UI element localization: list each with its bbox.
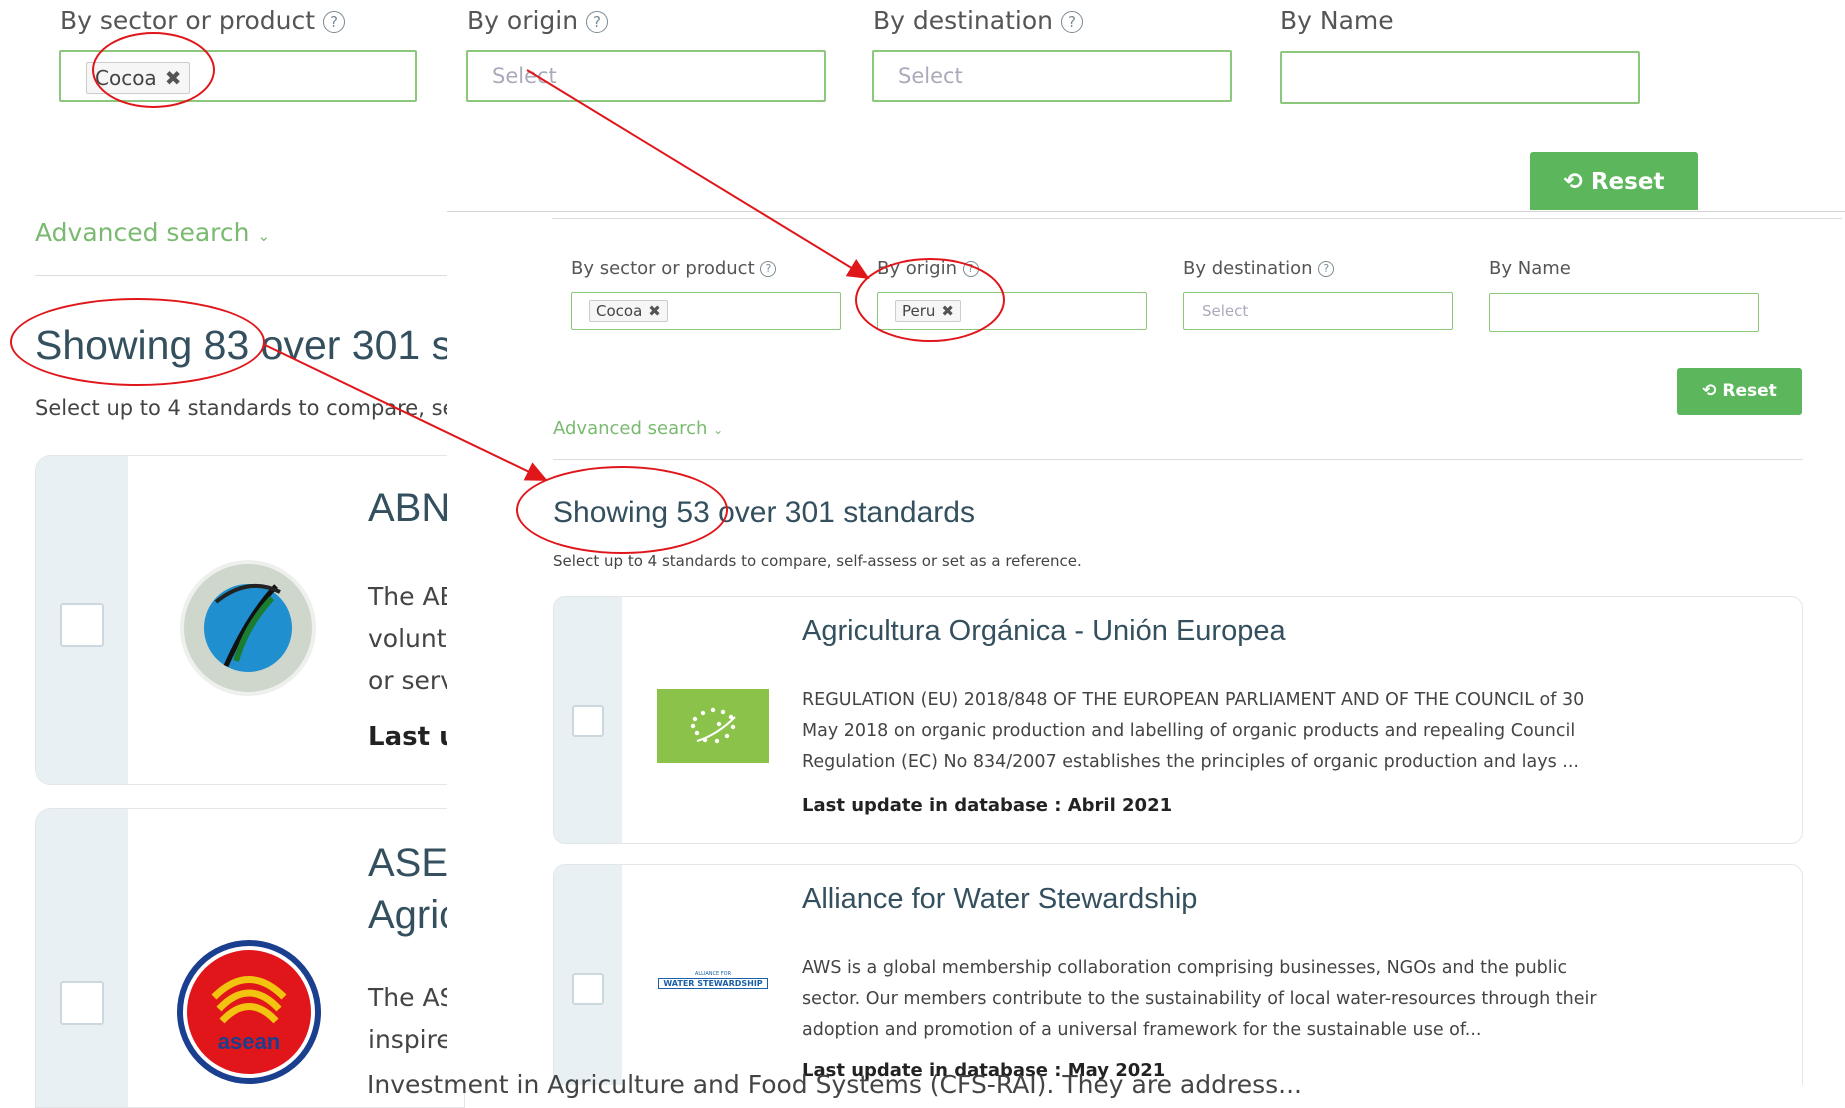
annotation-arrows [264, 69, 870, 481]
annotation-arrow [264, 344, 548, 481]
annotation-arrow [526, 69, 870, 280]
